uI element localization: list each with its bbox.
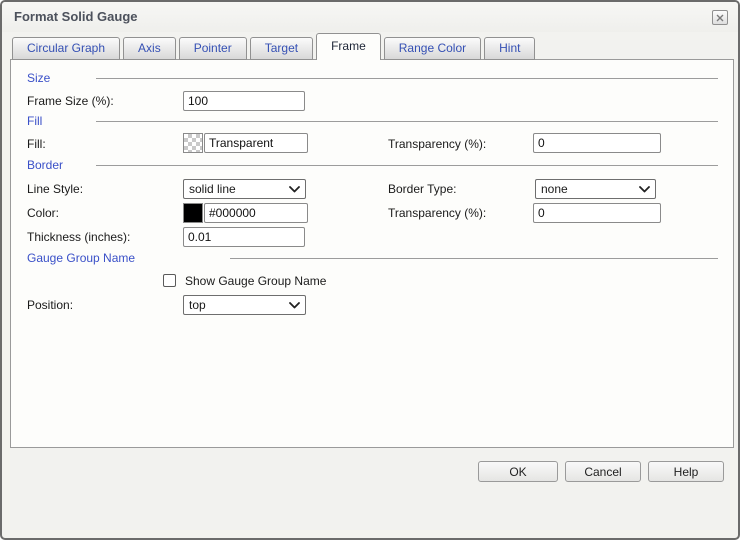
tab-target[interactable]: Target <box>250 37 313 60</box>
tab-circular-graph[interactable]: Circular Graph <box>12 37 120 60</box>
thickness-label: Thickness (inches): <box>27 230 130 244</box>
position-dropdown[interactable]: top <box>183 295 306 315</box>
frame-size-label: Frame Size (%): <box>27 94 114 108</box>
frame-size-input[interactable] <box>183 91 305 111</box>
tab-range-color[interactable]: Range Color <box>384 37 481 60</box>
close-icon <box>716 14 724 22</box>
border-section-header: Border <box>27 158 63 172</box>
border-section-rule <box>96 165 718 166</box>
border-color-input[interactable] <box>204 203 308 223</box>
close-button[interactable] <box>712 10 728 25</box>
border-transparency-input[interactable] <box>533 203 661 223</box>
tab-axis[interactable]: Axis <box>123 37 176 60</box>
line-style-dropdown[interactable]: solid line <box>183 179 306 199</box>
border-transparency-label: Transparency (%): <box>388 206 486 220</box>
position-label: Position: <box>27 298 73 312</box>
fill-swatch-button[interactable] <box>183 133 203 153</box>
size-section-header: Size <box>27 71 50 85</box>
size-section-rule <box>96 78 718 79</box>
line-style-label: Line Style: <box>27 182 83 196</box>
tab-pointer[interactable]: Pointer <box>179 37 247 60</box>
border-type-value: none <box>541 182 568 196</box>
fill-transparency-label: Transparency (%): <box>388 137 486 151</box>
fill-section-header: Fill <box>27 114 42 128</box>
format-solid-gauge-dialog: Format Solid Gauge Circular Graph Axis P… <box>0 0 740 540</box>
show-gauge-group-name-checkbox[interactable] <box>163 274 176 287</box>
fill-label: Fill: <box>27 137 46 151</box>
fill-value-input[interactable] <box>204 133 308 153</box>
dialog-titlebar: Format Solid Gauge <box>2 2 738 32</box>
show-gauge-group-name-label: Show Gauge Group Name <box>185 274 326 288</box>
ok-button[interactable]: OK <box>478 461 558 482</box>
fill-transparency-input[interactable] <box>533 133 661 153</box>
frame-tab-panel: Size Frame Size (%): Fill Fill: Transpar… <box>10 59 734 448</box>
help-button[interactable]: Help <box>648 461 724 482</box>
border-color-swatch-button[interactable] <box>183 203 203 223</box>
gauge-group-section-header: Gauge Group Name <box>27 251 135 265</box>
chevron-down-icon <box>289 302 300 309</box>
tab-bar: Circular Graph Axis Pointer Target Frame… <box>12 33 535 60</box>
chevron-down-icon <box>289 186 300 193</box>
gauge-group-section-rule <box>230 258 718 259</box>
fill-section-rule <box>96 121 718 122</box>
dialog-title: Format Solid Gauge <box>14 9 138 24</box>
chevron-down-icon <box>639 186 650 193</box>
line-style-value: solid line <box>189 182 236 196</box>
cancel-button[interactable]: Cancel <box>565 461 641 482</box>
border-type-dropdown[interactable]: none <box>535 179 656 199</box>
tab-hint[interactable]: Hint <box>484 37 535 60</box>
border-type-label: Border Type: <box>388 182 456 196</box>
position-value: top <box>189 298 206 312</box>
tab-frame[interactable]: Frame <box>316 33 381 60</box>
thickness-input[interactable] <box>183 227 305 247</box>
border-color-label: Color: <box>27 206 59 220</box>
footer-button-bar: OK Cancel Help <box>478 461 724 482</box>
